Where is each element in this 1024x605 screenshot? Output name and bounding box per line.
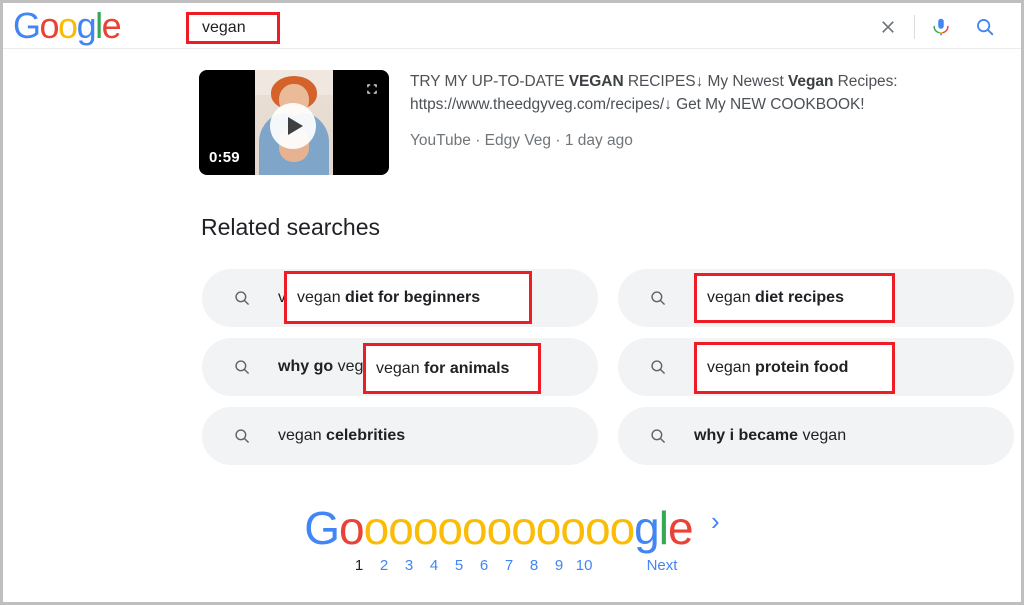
page-link-9[interactable]: 9 — [547, 556, 572, 576]
page-link-5[interactable]: 5 — [447, 556, 472, 576]
pagination-logo-letter-4: o — [388, 502, 414, 554]
annotation-box-related-4: vegan protein food — [694, 342, 895, 394]
video-meta: YouTube · Edgy Veg · 1 day ago — [410, 132, 633, 149]
snippet-pre: TRY MY UP-TO-DATE — [410, 73, 569, 90]
annotated-label-3: vegan for animals — [376, 359, 510, 377]
play-button[interactable] — [270, 103, 316, 149]
header-divider — [3, 48, 1021, 49]
annotation-box-related-2: vegan diet recipes — [694, 273, 895, 323]
logo-letter-g2: g — [76, 5, 97, 46]
search-header: Google — [3, 3, 1021, 48]
page-link-10[interactable]: 10 — [572, 556, 597, 576]
microphone-icon — [933, 18, 949, 36]
search-input[interactable] — [202, 10, 802, 46]
search-icon — [649, 289, 667, 307]
pagination-logo-letter-3: o — [363, 502, 390, 554]
search-icon — [233, 289, 251, 307]
annotation-box-related-3: vegan for animals — [363, 343, 541, 394]
related-search-label-6: why i became vegan — [694, 427, 847, 444]
snippet-bold-2: Vegan — [787, 73, 834, 90]
voice-search-button[interactable] — [919, 9, 963, 45]
next-page-chevron-icon[interactable]: › — [711, 506, 720, 537]
page-link-3[interactable]: 3 — [397, 556, 422, 576]
snippet-mid: RECIPES↓ My Newest — [623, 73, 788, 90]
snippet-bold-1: VEGAN — [568, 73, 624, 90]
header-icon-group — [866, 9, 1007, 45]
video-snippet[interactable]: TRY MY UP-TO-DATE VEGAN RECIPES↓ My Newe… — [410, 70, 985, 116]
page-number-list: 1 2 3 4 5 6 7 8 9 10 Next — [3, 556, 1021, 576]
logo-letter-o2: o — [58, 5, 78, 46]
search-icon — [649, 358, 667, 376]
search-box[interactable] — [181, 9, 875, 46]
related-search-pill-5[interactable]: vegan celebrities — [202, 407, 598, 465]
page-link-7[interactable]: 7 — [497, 556, 522, 576]
pagination-logo-letter-5: o — [412, 502, 439, 554]
logo-letter-g1: G — [13, 5, 41, 46]
pagination-logo-letter-9: o — [511, 502, 537, 554]
pagination-logo-letter-6: o — [437, 502, 463, 554]
pagination-logo-letter-1: G — [304, 502, 340, 554]
logo-letter-e: e — [101, 5, 122, 46]
logo-letter-o1: o — [39, 5, 60, 46]
page-link-6[interactable]: 6 — [472, 556, 497, 576]
close-icon — [882, 21, 894, 33]
pagination-logo-letter-12: o — [584, 502, 611, 554]
page-link-1: 1 — [354, 557, 364, 574]
pagination-logo-letter-13: o — [609, 502, 636, 554]
search-icon — [233, 427, 251, 445]
related-row: vegan celebrities why i became vegan — [202, 407, 1014, 465]
related-searches-heading: Related searches — [201, 214, 380, 240]
annotated-label-1: vegan diet for beginners — [297, 288, 481, 306]
search-icon — [233, 358, 251, 376]
related-search-label-5: vegan celebrities — [278, 427, 406, 444]
pagination-logo-letter-16: e — [668, 502, 694, 554]
related-search-pill-6[interactable]: why i became vegan — [618, 407, 1014, 465]
pagination-google-logo: Goooooooooooogle — [304, 502, 694, 554]
page-link-4[interactable]: 4 — [422, 556, 447, 576]
icon-separator — [914, 15, 915, 39]
page-link-8[interactable]: 8 — [522, 556, 547, 576]
pagination-logo-letter-15: l — [658, 502, 669, 554]
video-thumbnail[interactable]: 0:59 — [199, 70, 389, 175]
pagination-logo-letter-7: o — [462, 502, 488, 554]
pagination: Goooooooooooogle › 1 2 3 4 5 6 7 8 9 10 Next — [3, 503, 1021, 576]
video-text-block: TRY MY UP-TO-DATE VEGAN RECIPES↓ My Newe… — [410, 70, 985, 151]
pagination-logo-letter-10: o — [535, 502, 562, 554]
page-link-2[interactable]: 2 — [372, 556, 397, 576]
video-result: 0:59 TRY MY UP-TO-DATE VEGAN RECIPES↓ My… — [199, 70, 989, 175]
search-icon — [977, 19, 994, 36]
expand-icon[interactable] — [365, 82, 379, 96]
play-icon — [288, 117, 303, 135]
google-search-results-page: Google vegan 0:59 TRY MY UP-TO-DATE VEGA… — [0, 0, 1024, 605]
annotated-label-2: vegan diet recipes — [707, 289, 844, 306]
pagination-logo-letter-14: g — [634, 502, 660, 554]
pagination-logo-letter-11: o — [560, 502, 586, 554]
pagination-logo-letter-2: o — [339, 502, 365, 554]
google-logo[interactable]: Google — [13, 5, 122, 46]
video-duration-badge: 0:59 — [209, 149, 240, 166]
search-icon — [649, 427, 667, 445]
pagination-logo-letter-8: o — [486, 502, 513, 554]
clear-search-button[interactable] — [866, 9, 910, 45]
annotation-box-related-1: vegan diet for beginners — [284, 271, 532, 324]
annotated-label-4: vegan protein food — [707, 359, 849, 376]
next-page-link[interactable]: Next — [647, 556, 678, 576]
submit-search-button[interactable] — [963, 9, 1007, 45]
